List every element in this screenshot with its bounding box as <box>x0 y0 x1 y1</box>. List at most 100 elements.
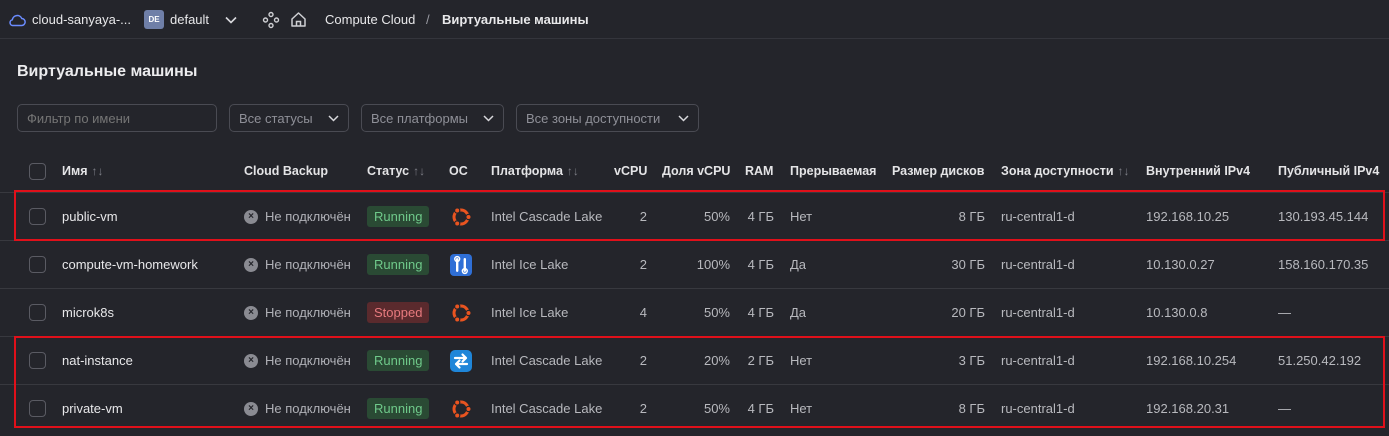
select-all-cell <box>29 150 46 192</box>
folder-name[interactable]: default <box>170 0 209 39</box>
header-zone[interactable]: Зона доступности ↑↓ <box>1001 150 1130 192</box>
vcpu-cell: 2 <box>639 209 647 224</box>
breadcrumb-service[interactable]: Compute Cloud <box>325 0 415 39</box>
os-cell <box>449 241 473 288</box>
tools-icon <box>449 253 473 277</box>
public-ipv4-cell: 158.160.170.35 <box>1278 257 1369 272</box>
row-checkbox-cell <box>29 385 46 432</box>
platform-filter-select[interactable]: Все платформы <box>361 104 504 132</box>
platform-cell: Intel Ice Lake <box>491 257 569 272</box>
page-title: Виртуальные машины <box>17 63 198 80</box>
preemptible-cell: Да <box>790 257 807 272</box>
header-platform[interactable]: Платформа ↑↓ <box>491 150 579 192</box>
header-preemptible: Прерываемая <box>790 164 877 178</box>
close-circle-icon: × <box>244 209 258 224</box>
backup-status-label: Не подключён <box>265 257 351 272</box>
breadcrumb-current: Виртуальные машины <box>442 12 589 27</box>
zone-cell: ru-central1-d <box>1001 353 1075 368</box>
disk-size-cell: 8 ГБ <box>958 401 985 416</box>
status-cell: Running <box>367 337 430 384</box>
ubuntu-icon <box>449 301 473 325</box>
row-checkbox-cell <box>29 337 46 384</box>
zone-cell: ru-central1-d <box>1001 305 1075 320</box>
table-row[interactable]: private-vm × Не подключён Running Intel C… <box>0 384 1389 432</box>
nodes-icon[interactable] <box>262 0 280 39</box>
vcpu-share-cell: 20% <box>703 353 730 368</box>
status-cell: Running <box>367 241 430 288</box>
row-checkbox[interactable] <box>29 400 46 417</box>
platform-cell: Intel Cascade Lake <box>491 353 603 368</box>
top-bar: cloud-sanyaya-... DE default Compute Clo… <box>0 0 1389 39</box>
sort-icon: ↑↓ <box>1117 164 1130 178</box>
table-row[interactable]: public-vm × Не подключён Running Intel Ca… <box>0 192 1389 240</box>
home-icon[interactable] <box>290 0 307 39</box>
backup-status: × Не подключён <box>244 289 351 336</box>
header-status[interactable]: Статус ↑↓ <box>367 150 425 192</box>
ram-cell: 4 ГБ <box>747 257 774 272</box>
chevron-down-icon[interactable] <box>225 0 237 39</box>
vm-name-link[interactable]: microk8s <box>62 289 114 336</box>
ram-cell: 4 ГБ <box>747 305 774 320</box>
vm-name-link[interactable]: public-vm <box>62 193 118 240</box>
disk-size-cell: 3 ГБ <box>958 353 985 368</box>
backup-status: × Не подключён <box>244 337 351 384</box>
row-checkbox-cell <box>29 193 46 240</box>
sort-icon: ↑↓ <box>566 164 579 178</box>
cloud-name: cloud-sanyaya-... <box>32 12 131 27</box>
status-badge: Stopped <box>367 302 430 323</box>
preemptible-cell: Нет <box>790 209 813 224</box>
vcpu-cell: 2 <box>639 401 647 416</box>
internal-ipv4-cell: 192.168.20.31 <box>1146 401 1230 416</box>
vcpu-cell: 4 <box>639 305 647 320</box>
vcpu-share-cell: 50% <box>703 401 730 416</box>
row-checkbox[interactable] <box>29 304 46 321</box>
chevron-down-icon <box>328 114 339 122</box>
ram-cell: 2 ГБ <box>747 353 774 368</box>
disk-size-cell: 20 ГБ <box>951 305 985 320</box>
os-cell <box>449 337 473 384</box>
select-all-checkbox[interactable] <box>29 162 46 180</box>
row-checkbox[interactable] <box>29 208 46 225</box>
status-filter-select[interactable]: Все статусы <box>229 104 349 132</box>
backup-status: × Не подключён <box>244 193 351 240</box>
table-row[interactable]: nat-instance × Не подключён Running Intel… <box>0 336 1389 384</box>
header-name-label: Имя <box>62 164 88 178</box>
vm-name-link[interactable]: nat-instance <box>62 337 133 384</box>
backup-status: × Не подключён <box>244 241 351 288</box>
row-checkbox[interactable] <box>29 352 46 369</box>
row-checkbox-cell <box>29 241 46 288</box>
header-vcpu-share: Доля vCPU <box>662 164 731 178</box>
cloud-selector[interactable]: cloud-sanyaya-... <box>8 0 131 39</box>
table-header: Имя ↑↓ Cloud Backup Статус ↑↓ ОС Платформа… <box>0 150 1389 192</box>
header-public-ipv4: Публичный IPv4 <box>1278 164 1380 178</box>
zone-filter-select[interactable]: Все зоны доступности <box>516 104 699 132</box>
backup-status-label: Не подключён <box>265 353 351 368</box>
sort-icon: ↑↓ <box>413 164 426 178</box>
internal-ipv4-cell: 10.130.0.8 <box>1146 305 1208 320</box>
sort-icon: ↑↓ <box>91 164 104 178</box>
preemptible-cell: Нет <box>790 401 813 416</box>
backup-status: × Не подключён <box>244 385 351 432</box>
chevron-down-icon <box>483 114 494 122</box>
header-name[interactable]: Имя ↑↓ <box>62 150 104 192</box>
table-row[interactable]: compute-vm-homework × Не подключён Runnin… <box>0 240 1389 288</box>
status-cell: Running <box>367 193 430 240</box>
platform-cell: Intel Cascade Lake <box>491 209 603 224</box>
platform-cell: Intel Cascade Lake <box>491 401 603 416</box>
zone-cell: ru-central1-d <box>1001 401 1075 416</box>
header-platform-label: Платформа <box>491 164 563 178</box>
os-cell <box>449 289 473 336</box>
zone-filter-label: Все зоны доступности <box>526 110 661 126</box>
header-status-label: Статус <box>367 164 410 178</box>
nat-icon <box>449 349 473 373</box>
header-zone-label: Зона доступности <box>1001 164 1114 178</box>
folder-badge: DE <box>144 10 164 29</box>
vm-name-link[interactable]: compute-vm-homework <box>62 241 198 288</box>
vcpu-share-cell: 100% <box>696 257 730 272</box>
name-filter-input[interactable] <box>17 104 217 132</box>
vm-name-link[interactable]: private-vm <box>62 385 123 432</box>
disk-size-cell: 8 ГБ <box>958 209 985 224</box>
row-checkbox[interactable] <box>29 256 46 273</box>
table-row[interactable]: microk8s × Не подключён Stopped Intel Ice… <box>0 288 1389 336</box>
header-internal-ipv4: Внутренний IPv4 <box>1146 164 1251 178</box>
